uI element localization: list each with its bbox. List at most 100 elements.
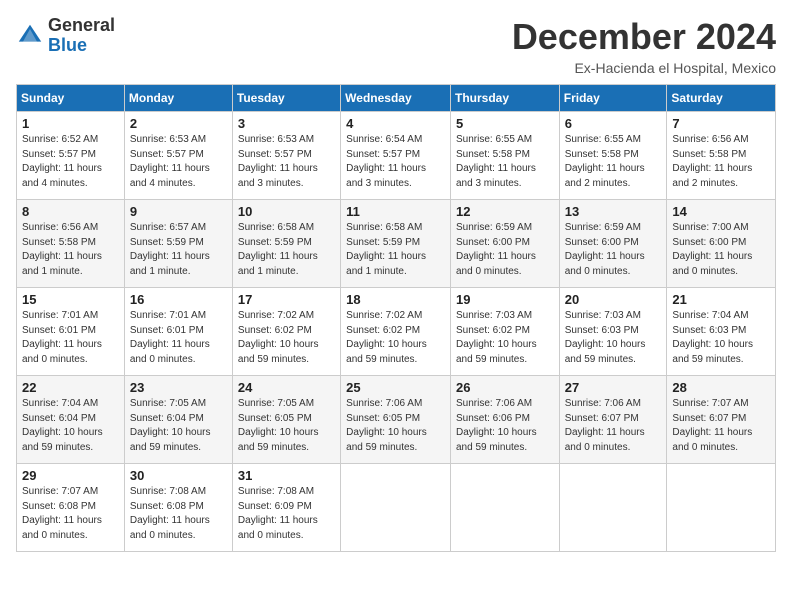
day-number: 4	[346, 116, 445, 131]
day-number: 14	[672, 204, 770, 219]
location-subtitle: Ex-Hacienda el Hospital, Mexico	[512, 60, 776, 76]
day-number: 13	[565, 204, 662, 219]
day-info: Sunrise: 7:05 AM Sunset: 6:05 PM Dayligh…	[238, 397, 335, 455]
calendar-table: SundayMondayTuesdayWednesdayThursdayFrid…	[16, 84, 776, 552]
title-block: December 2024 Ex-Hacienda el Hospital, M…	[512, 16, 776, 76]
day-number: 21	[672, 292, 770, 307]
calendar-cell: 22 Sunrise: 7:04 AM Sunset: 6:04 PM Dayli…	[17, 376, 125, 464]
day-info: Sunrise: 7:06 AM Sunset: 6:06 PM Dayligh…	[456, 397, 554, 455]
day-number: 6	[565, 116, 662, 131]
column-header-tuesday: Tuesday	[232, 85, 340, 112]
day-number: 23	[130, 380, 227, 395]
calendar-week-row: 22 Sunrise: 7:04 AM Sunset: 6:04 PM Dayli…	[17, 376, 776, 464]
calendar-week-row: 29Sunrise: 7:07 AM Sunset: 6:08 PM Dayli…	[17, 464, 776, 552]
day-info: Sunrise: 6:52 AM Sunset: 5:57 PM Dayligh…	[22, 133, 119, 191]
column-header-friday: Friday	[559, 85, 667, 112]
day-number: 2	[130, 116, 227, 131]
day-info: Sunrise: 7:01 AM Sunset: 6:01 PM Dayligh…	[130, 309, 227, 367]
calendar-week-row: 1 Sunrise: 6:52 AM Sunset: 5:57 PM Daylig…	[17, 112, 776, 200]
calendar-cell	[667, 464, 776, 552]
calendar-cell: 19 Sunrise: 7:03 AM Sunset: 6:02 PM Dayli…	[450, 288, 559, 376]
day-number: 25	[346, 380, 445, 395]
day-info: Sunrise: 6:59 AM Sunset: 6:00 PM Dayligh…	[565, 221, 662, 279]
day-number: 16	[130, 292, 227, 307]
calendar-cell: 21 Sunrise: 7:04 AM Sunset: 6:03 PM Dayli…	[667, 288, 776, 376]
calendar-cell: 14 Sunrise: 7:00 AM Sunset: 6:00 PM Dayli…	[667, 200, 776, 288]
day-number: 12	[456, 204, 554, 219]
calendar-cell: 26Sunrise: 7:06 AM Sunset: 6:06 PM Dayli…	[450, 376, 559, 464]
day-info: Sunrise: 7:04 AM Sunset: 6:04 PM Dayligh…	[22, 397, 119, 455]
day-info: Sunrise: 7:06 AM Sunset: 6:07 PM Dayligh…	[565, 397, 662, 455]
day-info: Sunrise: 7:07 AM Sunset: 6:07 PM Dayligh…	[672, 397, 770, 455]
calendar-cell: 31Sunrise: 7:08 AM Sunset: 6:09 PM Dayli…	[232, 464, 340, 552]
day-number: 1	[22, 116, 119, 131]
calendar-cell: 6Sunrise: 6:55 AM Sunset: 5:58 PM Daylig…	[559, 112, 667, 200]
calendar-cell	[450, 464, 559, 552]
day-number: 19	[456, 292, 554, 307]
day-number: 9	[130, 204, 227, 219]
calendar-cell: 1 Sunrise: 6:52 AM Sunset: 5:57 PM Daylig…	[17, 112, 125, 200]
day-info: Sunrise: 6:56 AM Sunset: 5:58 PM Dayligh…	[672, 133, 770, 191]
calendar-cell: 4 Sunrise: 6:54 AM Sunset: 5:57 PM Daylig…	[341, 112, 451, 200]
calendar-cell: 12 Sunrise: 6:59 AM Sunset: 6:00 PM Dayli…	[450, 200, 559, 288]
day-number: 29	[22, 468, 119, 483]
day-info: Sunrise: 6:58 AM Sunset: 5:59 PM Dayligh…	[346, 221, 445, 279]
calendar-cell: 27 Sunrise: 7:06 AM Sunset: 6:07 PM Dayli…	[559, 376, 667, 464]
month-title: December 2024	[512, 16, 776, 58]
day-info: Sunrise: 7:03 AM Sunset: 6:03 PM Dayligh…	[565, 309, 662, 367]
day-info: Sunrise: 7:06 AM Sunset: 6:05 PM Dayligh…	[346, 397, 445, 455]
logo-text: General Blue	[48, 16, 115, 56]
day-info: Sunrise: 6:56 AM Sunset: 5:58 PM Dayligh…	[22, 221, 119, 279]
page-header: General Blue December 2024 Ex-Hacienda e…	[16, 16, 776, 76]
day-number: 7	[672, 116, 770, 131]
day-info: Sunrise: 6:57 AM Sunset: 5:59 PM Dayligh…	[130, 221, 227, 279]
calendar-cell: 20 Sunrise: 7:03 AM Sunset: 6:03 PM Dayli…	[559, 288, 667, 376]
day-number: 31	[238, 468, 335, 483]
day-number: 11	[346, 204, 445, 219]
calendar-cell	[341, 464, 451, 552]
logo-general: General	[48, 16, 115, 36]
day-info: Sunrise: 7:00 AM Sunset: 6:00 PM Dayligh…	[672, 221, 770, 279]
day-info: Sunrise: 6:53 AM Sunset: 5:57 PM Dayligh…	[238, 133, 335, 191]
calendar-cell: 5Sunrise: 6:55 AM Sunset: 5:58 PM Daylig…	[450, 112, 559, 200]
calendar-header-row: SundayMondayTuesdayWednesdayThursdayFrid…	[17, 85, 776, 112]
day-info: Sunrise: 7:08 AM Sunset: 6:08 PM Dayligh…	[130, 485, 227, 543]
calendar-cell: 8 Sunrise: 6:56 AM Sunset: 5:58 PM Daylig…	[17, 200, 125, 288]
calendar-cell: 13 Sunrise: 6:59 AM Sunset: 6:00 PM Dayli…	[559, 200, 667, 288]
day-number: 20	[565, 292, 662, 307]
calendar-cell: 10 Sunrise: 6:58 AM Sunset: 5:59 PM Dayli…	[232, 200, 340, 288]
calendar-cell: 24 Sunrise: 7:05 AM Sunset: 6:05 PM Dayli…	[232, 376, 340, 464]
day-info: Sunrise: 7:02 AM Sunset: 6:02 PM Dayligh…	[346, 309, 445, 367]
day-number: 27	[565, 380, 662, 395]
logo-blue: Blue	[48, 36, 115, 56]
calendar-cell: 17 Sunrise: 7:02 AM Sunset: 6:02 PM Dayli…	[232, 288, 340, 376]
logo-icon	[16, 22, 44, 50]
day-number: 15	[22, 292, 119, 307]
day-info: Sunrise: 6:59 AM Sunset: 6:00 PM Dayligh…	[456, 221, 554, 279]
day-info: Sunrise: 6:54 AM Sunset: 5:57 PM Dayligh…	[346, 133, 445, 191]
calendar-cell	[559, 464, 667, 552]
day-number: 10	[238, 204, 335, 219]
column-header-sunday: Sunday	[17, 85, 125, 112]
day-info: Sunrise: 7:02 AM Sunset: 6:02 PM Dayligh…	[238, 309, 335, 367]
day-number: 24	[238, 380, 335, 395]
calendar-cell: 25 Sunrise: 7:06 AM Sunset: 6:05 PM Dayli…	[341, 376, 451, 464]
day-info: Sunrise: 6:58 AM Sunset: 5:59 PM Dayligh…	[238, 221, 335, 279]
calendar-cell: 2 Sunrise: 6:53 AM Sunset: 5:57 PM Daylig…	[124, 112, 232, 200]
day-number: 17	[238, 292, 335, 307]
day-info: Sunrise: 6:53 AM Sunset: 5:57 PM Dayligh…	[130, 133, 227, 191]
column-header-monday: Monday	[124, 85, 232, 112]
calendar-week-row: 8 Sunrise: 6:56 AM Sunset: 5:58 PM Daylig…	[17, 200, 776, 288]
calendar-cell: 18 Sunrise: 7:02 AM Sunset: 6:02 PM Dayli…	[341, 288, 451, 376]
day-info: Sunrise: 7:04 AM Sunset: 6:03 PM Dayligh…	[672, 309, 770, 367]
day-number: 5	[456, 116, 554, 131]
day-number: 18	[346, 292, 445, 307]
day-number: 8	[22, 204, 119, 219]
day-info: Sunrise: 7:03 AM Sunset: 6:02 PM Dayligh…	[456, 309, 554, 367]
day-info: Sunrise: 7:05 AM Sunset: 6:04 PM Dayligh…	[130, 397, 227, 455]
logo: General Blue	[16, 16, 115, 56]
day-info: Sunrise: 7:01 AM Sunset: 6:01 PM Dayligh…	[22, 309, 119, 367]
calendar-cell: 23 Sunrise: 7:05 AM Sunset: 6:04 PM Dayli…	[124, 376, 232, 464]
day-number: 22	[22, 380, 119, 395]
calendar-cell: 15 Sunrise: 7:01 AM Sunset: 6:01 PM Dayli…	[17, 288, 125, 376]
